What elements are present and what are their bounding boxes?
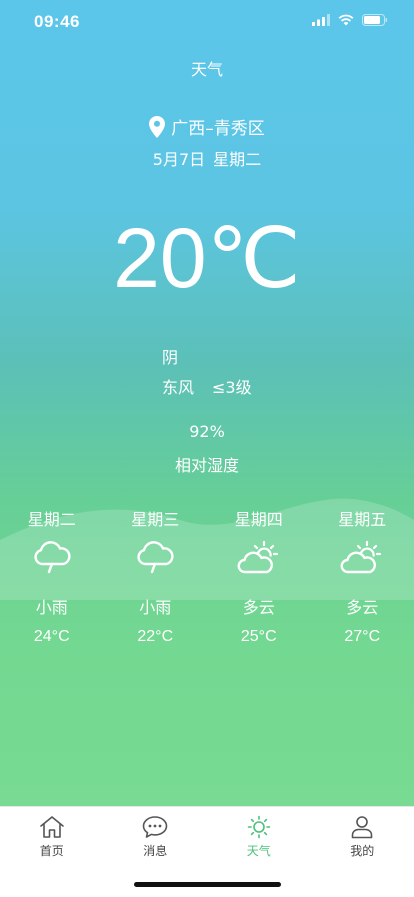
forecast-weather: 多云 — [346, 594, 378, 618]
user-icon — [349, 815, 375, 839]
forecast-temp: 25°C — [241, 628, 277, 646]
location-name: 广西–青秀区 — [171, 114, 265, 139]
tab-home[interactable]: 首页 — [0, 807, 104, 897]
forecast-weather: 多云 — [243, 594, 275, 618]
wind-direction: 东风 — [162, 378, 194, 397]
sun-icon — [246, 815, 272, 839]
forecast-weekday: 星期三 — [131, 506, 179, 526]
partly-cloudy-icon — [237, 540, 281, 576]
date-weekday: 星期二 — [213, 150, 261, 169]
forecast-weekday: 星期四 — [235, 506, 283, 526]
location-pin-icon — [149, 116, 165, 138]
rain-cloud-icon — [32, 540, 72, 576]
current-condition: 阴 — [162, 344, 178, 368]
message-icon — [142, 815, 168, 839]
current-date: 5月7日星期二 — [0, 146, 414, 170]
tab-label: 消息 — [143, 842, 167, 859]
forecast-temp: 27°C — [344, 628, 380, 646]
home-indicator — [134, 882, 281, 887]
status-bar: 09:46 — [0, 0, 414, 44]
forecast-weekday: 星期五 — [338, 506, 386, 526]
wifi-icon — [338, 14, 354, 26]
tab-label: 我的 — [350, 842, 374, 859]
forecast-row: 星期二 小雨 24°C 星期三 小雨 22°C 星期四 — [0, 506, 414, 646]
status-time: 09:46 — [34, 12, 80, 32]
forecast-day: 星期三 小雨 22°C — [104, 506, 208, 646]
forecast-day: 星期四 多云 25°C — [207, 506, 311, 646]
humidity-label: 相对湿度 — [0, 452, 414, 476]
wind-info: 东风 ≤3级 — [162, 374, 252, 398]
forecast-day: 星期五 多云 27°C — [311, 506, 414, 646]
home-icon — [39, 815, 65, 839]
current-temperature: 20℃ — [0, 210, 414, 306]
date-day: 5月7日 — [153, 150, 205, 169]
forecast-weather: 小雨 — [139, 594, 171, 618]
forecast-weekday: 星期二 — [28, 506, 76, 526]
forecast-temp: 24°C — [34, 628, 70, 646]
battery-icon — [362, 14, 388, 26]
forecast-temp: 22°C — [137, 628, 173, 646]
forecast-weather: 小雨 — [36, 594, 68, 618]
forecast-day: 星期二 小雨 24°C — [0, 506, 104, 646]
location[interactable]: 广西–青秀区 — [0, 114, 414, 139]
partly-cloudy-icon — [340, 540, 384, 576]
signal-icon — [312, 14, 330, 26]
page-title: 天气 — [0, 56, 414, 80]
tab-label: 天气 — [247, 842, 271, 859]
rain-cloud-icon — [135, 540, 175, 576]
weather-screen: 09:46 天气 广西–青秀区 — [0, 0, 414, 806]
tab-label: 首页 — [40, 842, 64, 859]
humidity-value: 92% — [0, 422, 414, 441]
tab-profile[interactable]: 我的 — [311, 807, 414, 897]
wind-level: ≤3级 — [212, 378, 252, 397]
